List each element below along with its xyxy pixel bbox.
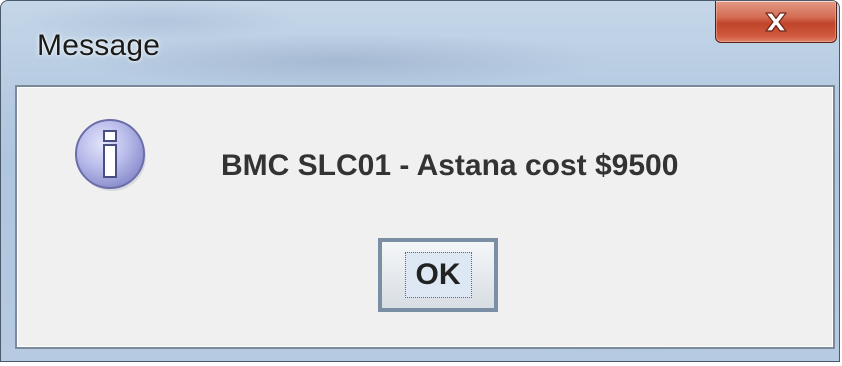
message-text: BMC SLC01 - Astana cost $9500 [221, 149, 679, 182]
title-bar[interactable]: Message [1, 1, 839, 83]
close-x-icon [765, 11, 787, 32]
dialog-content-panel: BMC SLC01 - Astana cost $9500 OK [15, 85, 835, 349]
window-title: Message [37, 29, 161, 62]
close-button[interactable] [715, 1, 837, 43]
info-icon [75, 119, 146, 191]
ok-button[interactable]: OK [378, 238, 498, 312]
message-dialog-window: Message BMC SLC01 - Astana cost $9500 OK [0, 0, 840, 362]
ok-button-label: OK [415, 258, 461, 291]
ok-focus-ring: OK [404, 252, 472, 298]
